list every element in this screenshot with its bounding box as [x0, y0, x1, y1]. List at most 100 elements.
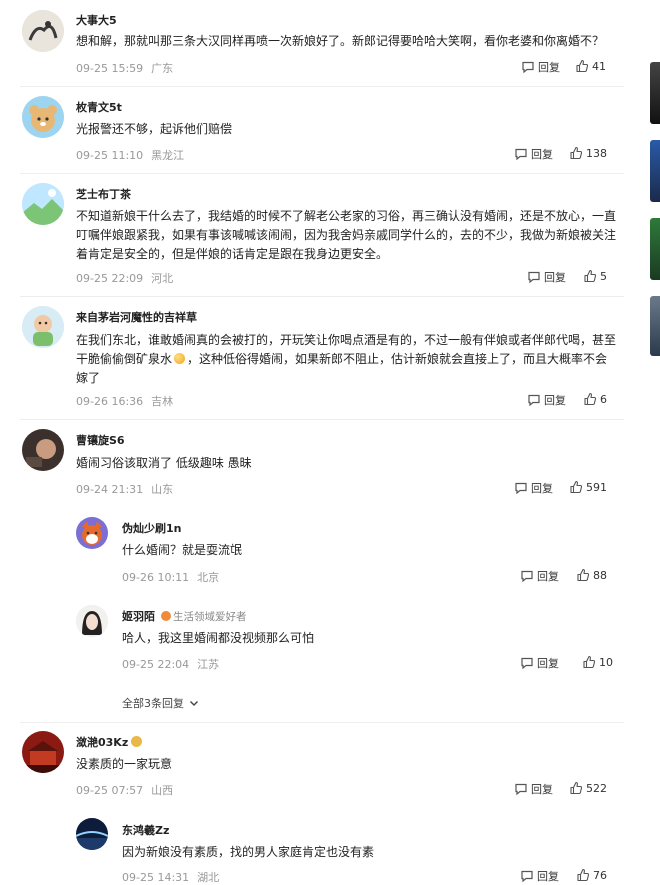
reply-time: 09-25 14:31 — [122, 871, 190, 884]
like-button[interactable]: 591 — [569, 480, 607, 494]
like-button[interactable]: 41 — [575, 59, 606, 73]
thumbs-up-icon — [570, 781, 583, 795]
reply-button[interactable]: 回复 — [527, 269, 566, 285]
avatar[interactable] — [76, 818, 108, 850]
reply-time: 09-25 22:04 — [122, 658, 190, 671]
comment-time: 09-24 21:31 — [76, 483, 144, 496]
username: 姬羽陌 生活领域爱好者 — [122, 608, 247, 624]
comment-time: 09-25 07:57 — [76, 784, 144, 797]
reply-button[interactable]: 回复 — [520, 655, 559, 671]
reply-label: 回复 — [537, 570, 559, 583]
thumbs-up-icon — [577, 868, 590, 882]
video-thumbnail[interactable] — [650, 296, 660, 356]
reply-meta: 09-26 10:11 北京 — [122, 569, 219, 585]
comment-text: 婚闹习俗该取消了 低级趣味 愚昧 — [76, 456, 252, 470]
reply-label: 回复 — [531, 783, 553, 796]
reply-label: 回复 — [531, 482, 553, 495]
comment-bubble-icon — [521, 657, 533, 670]
reply-location: 湖北 — [197, 871, 220, 884]
username[interactable]: 东鸿羲Zz — [122, 822, 169, 838]
divider — [20, 86, 624, 87]
like-button[interactable]: 10 — [582, 655, 613, 669]
avatar[interactable] — [22, 10, 64, 52]
interest-tag-icon — [161, 611, 171, 621]
comment-text: 在我们东北，谁敢婚闹真的会被打的，开玩笑让你喝点酒是有的，不过一般有伴娘或者伴郎… — [76, 331, 616, 388]
video-thumbnail[interactable] — [650, 218, 660, 280]
comment-text: 没素质的一家玩意 — [76, 757, 173, 771]
badge-icon — [131, 736, 143, 747]
like-count: 5 — [600, 269, 607, 283]
like-count: 76 — [593, 868, 607, 882]
comment-meta: 09-25 15:59 广东 — [76, 60, 173, 76]
comment-location: 黑龙江 — [151, 149, 185, 162]
expand-replies-button[interactable]: 全部3条回复 — [122, 695, 200, 711]
comment-bubble-icon — [515, 783, 527, 796]
avatar[interactable] — [76, 517, 108, 549]
comment-bubble-icon — [515, 482, 527, 495]
comment-text: 想和解，那就叫那三条大汉同样再喷一次新娘好了。新郎记得要哈哈大笑啊，看你老婆和你… — [76, 34, 605, 48]
comment-location: 吉林 — [151, 395, 174, 408]
avatar[interactable] — [22, 306, 64, 348]
avatar[interactable] — [76, 605, 108, 637]
reply-button[interactable]: 回复 — [514, 781, 553, 797]
thumbs-up-icon — [577, 568, 590, 582]
like-count: 6 — [600, 392, 607, 406]
comment-bubble-icon — [515, 148, 527, 161]
reply-button[interactable]: 回复 — [514, 480, 553, 496]
comment-meta: 09-25 07:57 山西 — [76, 782, 173, 798]
like-count: 88 — [593, 568, 607, 582]
avatar[interactable] — [22, 429, 64, 471]
video-thumbnail[interactable] — [650, 140, 660, 202]
like-button[interactable]: 138 — [569, 146, 607, 160]
reply-location: 江苏 — [197, 658, 220, 671]
video-thumbnail[interactable] — [650, 62, 660, 124]
like-button[interactable]: 76 — [576, 868, 607, 882]
divider — [20, 296, 624, 297]
comment-meta: 09-25 22:09 河北 — [76, 270, 173, 286]
reply-meta: 09-25 22:04 江苏 — [122, 656, 219, 672]
avatar[interactable] — [22, 731, 64, 773]
reply-text: 什么婚闹？就是耍流氓 — [122, 543, 243, 557]
like-button[interactable]: 5 — [583, 269, 607, 283]
like-button[interactable]: 88 — [576, 568, 607, 582]
username[interactable]: 曹镶旋S6 — [76, 432, 125, 448]
reply-location: 北京 — [197, 571, 220, 584]
reply-label: 回复 — [544, 394, 566, 407]
emoji-icon — [174, 353, 186, 364]
avatar[interactable] — [22, 96, 64, 138]
comment-time: 09-25 15:59 — [76, 62, 144, 75]
comment-location: 山东 — [151, 483, 174, 496]
comment-meta: 09-25 11:10 黑龙江 — [76, 147, 184, 163]
comment-location: 河北 — [151, 272, 174, 285]
comment-bubble-icon — [528, 271, 540, 284]
username[interactable]: 大事大5 — [76, 12, 117, 28]
comment-time: 09-25 11:10 — [76, 149, 144, 162]
username[interactable]: 芝士布丁茶 — [76, 186, 131, 202]
comment-text: 光报警还不够，起诉他们赔偿 — [76, 122, 233, 136]
reply-text: 哈人，我这里婚闹都没视频那么可怕 — [122, 631, 315, 645]
username[interactable]: 枚青文5t — [76, 99, 122, 115]
reply-label: 回复 — [538, 61, 560, 74]
reply-text: 因为新娘没有素质，找的男人家庭肯定也没有素 — [122, 845, 375, 859]
comment-meta: 09-26 16:36 吉林 — [76, 393, 173, 409]
reply-button[interactable]: 回复 — [514, 146, 553, 162]
thumbs-up-icon — [584, 269, 597, 283]
username[interactable]: 伪灿少刷1n — [122, 520, 182, 536]
interest-tag: 生活领域爱好者 — [173, 611, 247, 623]
reply-button[interactable]: 回复 — [520, 868, 559, 884]
like-button[interactable]: 522 — [569, 781, 607, 795]
avatar[interactable] — [22, 183, 64, 225]
comment-meta: 09-24 21:31 山东 — [76, 481, 173, 497]
comment-text: 不知道新娘干什么去了，我结婚的时候不了解老公老家的习俗，再三确认没有婚闹，还是不… — [76, 209, 617, 261]
comment-time: 09-26 16:36 — [76, 395, 144, 408]
reply-button[interactable]: 回复 — [521, 59, 560, 75]
thumbs-up-icon — [570, 480, 583, 494]
reply-label: 回复 — [544, 271, 566, 284]
username-link[interactable]: 潋滟03Kz — [76, 736, 128, 749]
reply-button[interactable]: 回复 — [527, 392, 566, 408]
reply-button[interactable]: 回复 — [520, 568, 559, 584]
username[interactable]: 来自茅岩河魔性的吉祥草 — [76, 309, 197, 325]
username-link[interactable]: 姬羽陌 — [122, 610, 155, 623]
like-button[interactable]: 6 — [583, 392, 607, 406]
thumbs-up-icon — [583, 655, 596, 669]
